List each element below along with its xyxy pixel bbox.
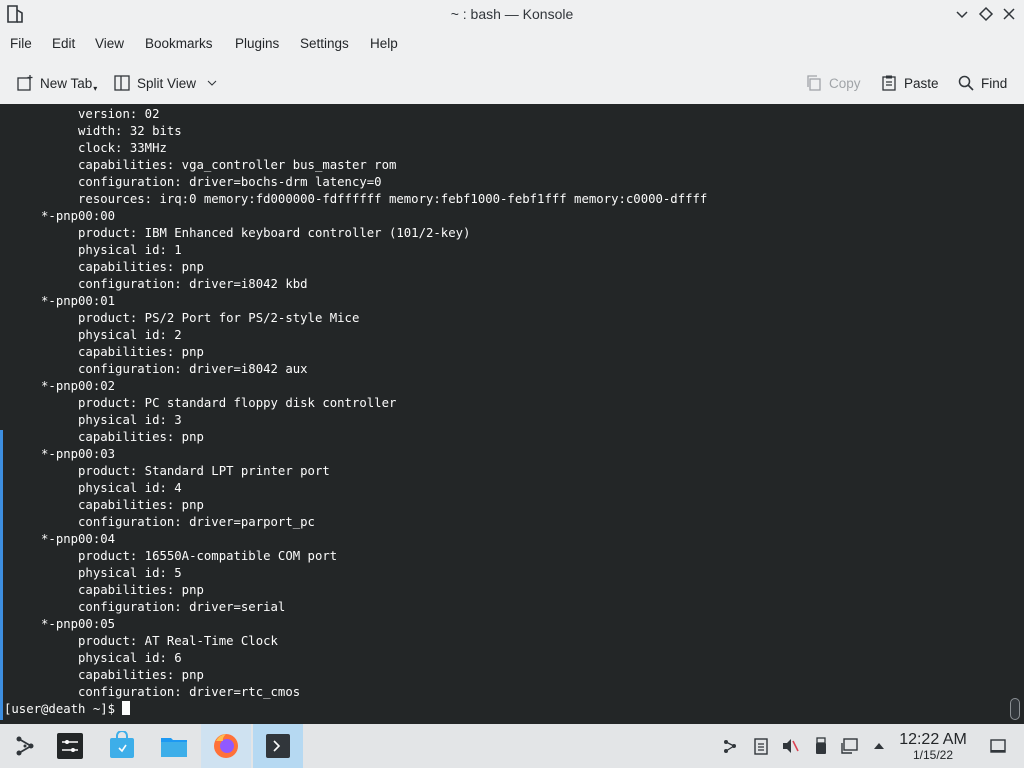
copy-button[interactable]: Copy	[805, 72, 861, 94]
network-icon[interactable]	[840, 736, 860, 756]
text-cursor	[122, 701, 131, 715]
new-tab-label: New Tab	[40, 75, 93, 91]
firefox-icon	[214, 734, 238, 758]
terminal-line: capabilities: pnp	[4, 668, 204, 682]
terminal-line: configuration: driver=i8042 aux	[4, 362, 308, 376]
terminal-line: physical id: 5	[4, 566, 182, 580]
find-button[interactable]: Find	[957, 72, 1007, 94]
taskbar	[0, 724, 1024, 768]
tray-expand-arrow-icon[interactable]	[869, 736, 889, 756]
menu-plugins[interactable]: Plugins	[235, 36, 279, 51]
terminal-line: *-pnp00:01	[4, 294, 116, 308]
terminal-line: configuration: driver=bochs-drm latency=…	[4, 175, 382, 189]
taskbar-discover[interactable]	[97, 724, 147, 768]
terminal-line: *-pnp00:00	[4, 209, 116, 223]
terminal-line: physical id: 6	[4, 651, 182, 665]
terminal-line: *-pnp00:02	[4, 379, 116, 393]
menu-bar: File Edit View Bookmarks Plugins Setting…	[0, 30, 1024, 58]
new-tab-button[interactable]: New Tab ▾	[16, 72, 97, 94]
terminal-line: *-pnp00:03	[4, 447, 116, 461]
clock-date[interactable]: 1/15/22	[896, 748, 970, 762]
settings-sliders-icon	[57, 733, 83, 759]
menu-settings[interactable]: Settings	[300, 36, 349, 51]
terminal-icon	[266, 734, 290, 758]
terminal-line: capabilities: pnp	[4, 430, 204, 444]
terminal-line: product: AT Real-Time Clock	[4, 634, 278, 648]
terminal-line: configuration: driver=rtc_cmos	[4, 685, 301, 699]
usb-device-icon[interactable]	[811, 736, 831, 756]
paste-label: Paste	[904, 75, 939, 91]
minimize-button[interactable]	[953, 5, 971, 23]
copy-icon	[807, 75, 821, 91]
clock-time[interactable]: 12:22 AM	[896, 731, 970, 749]
show-desktop-icon[interactable]	[988, 736, 1008, 756]
title-bar[interactable]: ~ : bash — Konsole	[0, 0, 1024, 29]
paste-button[interactable]: Paste	[880, 72, 939, 94]
terminal-line: product: IBM Enhanced keyboard controlle…	[4, 226, 471, 240]
terminal-line: capabilities: pnp	[4, 345, 204, 359]
terminal-line: product: PS/2 Port for PS/2-style Mice	[4, 311, 360, 325]
clipboard-icon[interactable]	[751, 736, 771, 756]
menu-file[interactable]: File	[10, 36, 32, 51]
terminal-view[interactable]: version: 02 width: 32 bits clock: 33MHz …	[0, 104, 1024, 724]
terminal-line: resources: irq:0 memory:fd000000-fdfffff…	[4, 192, 708, 206]
menu-edit[interactable]: Edit	[52, 36, 75, 51]
discover-store-icon	[110, 731, 134, 758]
new-tab-icon	[17, 75, 33, 91]
split-view-button[interactable]: Split View	[113, 72, 224, 94]
taskbar-firefox[interactable]	[201, 724, 251, 768]
terminal-line: *-pnp00:05	[4, 617, 116, 631]
konsole-window: ~ : bash — Konsole File Edit View Bookma…	[0, 0, 1024, 724]
terminal-line: product: Standard LPT printer port	[4, 464, 330, 478]
terminal-output: version: 02 width: 32 bits clock: 33MHz …	[4, 106, 707, 718]
menu-bookmarks[interactable]: Bookmarks	[145, 36, 213, 51]
terminal-line: physical id: 3	[4, 413, 182, 427]
application-launcher[interactable]	[0, 724, 50, 768]
maximize-button[interactable]	[977, 5, 995, 23]
terminal-line: product: PC standard floppy disk control…	[4, 396, 397, 410]
terminal-line: configuration: driver=i8042 kbd	[4, 277, 308, 291]
terminal-line: *-pnp00:04	[4, 532, 116, 546]
terminal-line: capabilities: pnp	[4, 498, 204, 512]
plasma-launcher-icon	[16, 736, 34, 756]
terminal-line: width: 32 bits	[4, 124, 182, 138]
folder-icon	[161, 738, 187, 757]
terminal-scrollbar[interactable]	[1010, 698, 1020, 720]
terminal-focus-accent	[0, 430, 3, 720]
volume-muted-icon[interactable]	[780, 736, 800, 756]
terminal-line: physical id: 1	[4, 243, 182, 257]
terminal-line: version: 02	[4, 107, 160, 121]
split-view-icon	[114, 75, 130, 91]
taskbar-dolphin[interactable]	[149, 724, 199, 768]
taskbar-konsole[interactable]	[253, 724, 303, 768]
terminal-line: configuration: driver=parport_pc	[4, 515, 315, 529]
paste-icon	[882, 75, 896, 91]
terminal-line: configuration: driver=serial	[4, 600, 286, 614]
terminal-line: capabilities: pnp	[4, 583, 204, 597]
chevron-down-icon	[207, 80, 217, 86]
search-icon	[958, 75, 974, 91]
copy-label: Copy	[829, 75, 861, 91]
window-title: ~ : bash — Konsole	[450, 6, 574, 22]
find-label: Find	[981, 75, 1008, 91]
kde-connect-icon[interactable]	[720, 736, 740, 756]
terminal-prompt-line[interactable]: [user@death ~]$	[4, 701, 707, 718]
shell-prompt: [user@death ~]$	[4, 702, 123, 716]
terminal-line: clock: 33MHz	[4, 141, 167, 155]
terminal-line: physical id: 4	[4, 481, 182, 495]
toolbar: New Tab ▾ Split View Copy Paste Find	[0, 62, 1024, 102]
menu-help[interactable]: Help	[370, 36, 398, 51]
terminal-line: capabilities: pnp	[4, 260, 204, 274]
terminal-line: product: 16550A-compatible COM port	[4, 549, 338, 563]
split-view-label: Split View	[137, 75, 197, 91]
close-button[interactable]	[1000, 5, 1018, 23]
taskbar-system-settings[interactable]	[45, 724, 95, 768]
menu-view[interactable]: View	[95, 36, 124, 51]
new-tab-dropdown-icon: ▾	[93, 83, 98, 93]
terminal-line: capabilities: vga_controller bus_master …	[4, 158, 397, 172]
terminal-line: physical id: 2	[4, 328, 182, 342]
